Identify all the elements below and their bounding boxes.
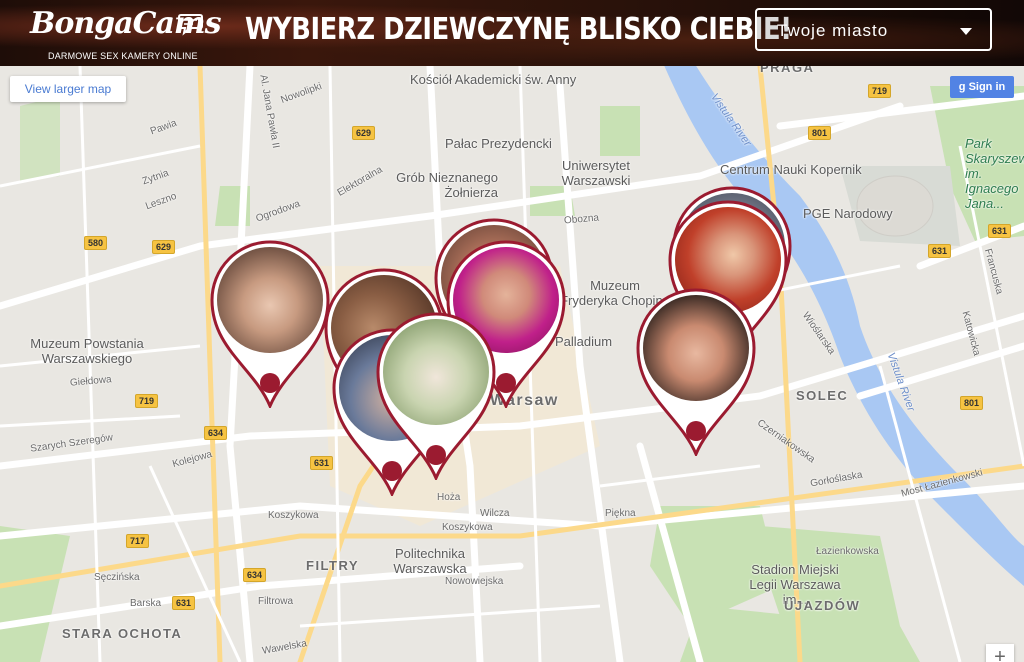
road-shield-801b: 801 <box>960 396 984 410</box>
poi-kosciol-akademicki[interactable]: Kościół Akademicki św. Anny <box>410 72 576 87</box>
google-sign-in-button[interactable]: g Sign in <box>950 76 1014 98</box>
street-nowowiejska: Nowowiejska <box>445 576 504 587</box>
road-shield-631b: 631 <box>172 596 196 610</box>
road-shield-631d: 631 <box>928 244 952 258</box>
street-koszykowa: Koszykowa <box>268 510 319 521</box>
poi-park-skaryszewski[interactable]: Park Skaryszewski im. Ignacego Jana... <box>965 136 1024 211</box>
logo-tagline: DARMOWE SEX KAMERY ONLINE <box>48 51 198 61</box>
poi-palac-prezydencki[interactable]: Pałac Prezydencki <box>445 136 552 151</box>
chevron-down-icon <box>960 28 972 35</box>
road-shield-634: 634 <box>204 426 228 440</box>
road-shield-629: 629 <box>352 126 376 140</box>
road-shield-631c: 631 <box>988 224 1012 238</box>
view-larger-map-link[interactable]: View larger map <box>10 76 126 102</box>
poi-grob-nieznanego[interactable]: Grób Nieznanego Żołnierza <box>388 170 498 200</box>
zoom-in-button[interactable]: + <box>986 644 1014 662</box>
road-shield-719: 719 <box>135 394 159 408</box>
profile-photo <box>643 295 749 401</box>
street-seczinska: Sęczińska <box>94 572 140 583</box>
profile-photo <box>383 319 489 425</box>
poi-politechnika[interactable]: Politechnika Warszawska <box>380 546 480 576</box>
poi-uniwersytet[interactable]: Uniwersytet Warszawski <box>556 158 636 188</box>
google-g-icon: g <box>958 81 966 93</box>
poi-muzeum-powstania[interactable]: Muzeum Powstania Warszawskiego <box>22 336 152 366</box>
district-solec: SOLEC <box>796 388 849 403</box>
pin-dot <box>686 421 706 441</box>
pin-dot <box>260 373 280 393</box>
site-header: BongaCams DARMOWE SEX KAMERY ONLINE WYBI… <box>0 0 1024 66</box>
street-lazienkowska: Łazienkowska <box>816 546 879 557</box>
map-pin-1[interactable] <box>208 238 332 408</box>
street-koszykowa-2: Koszykowa <box>442 522 493 533</box>
district-filtry: FILTRY <box>306 558 360 573</box>
poi-centrum-kopernik[interactable]: Centrum Nauki Kopernik <box>720 162 862 177</box>
street-barska: Barska <box>130 598 162 609</box>
pin-dot <box>426 445 446 465</box>
street-wilcza: Wilcza <box>480 508 510 519</box>
road-shield-580: 580 <box>84 236 108 250</box>
district-stara-ochota: STARA OCHOTA <box>62 626 183 641</box>
poi-pge-narodowy[interactable]: PGE Narodowy <box>803 206 893 221</box>
district-ujazdow: UJAZDÓW <box>784 598 861 613</box>
street-filtrowa: Filtrowa <box>258 596 294 607</box>
district-praga: PRAGA <box>760 66 815 75</box>
road-shield-719b: 719 <box>868 84 892 98</box>
city-select-value: Twoje miasto <box>777 21 889 40</box>
street-piekna: Piękna <box>605 508 636 519</box>
pin-dot <box>496 373 516 393</box>
page-headline: WYBIERZ DZIEWCZYNĘ BLISKO CIEBIE! <box>245 12 792 47</box>
road-shield-717: 717 <box>126 534 150 548</box>
map-pin-9[interactable] <box>634 286 758 456</box>
city-select-dropdown[interactable]: Twoje miasto <box>755 8 992 51</box>
sign-in-label: Sign in <box>968 81 1006 93</box>
road-shield-634b: 634 <box>243 568 267 582</box>
bongacams-logo[interactable]: BongaCams DARMOWE SEX KAMERY ONLINE <box>30 4 222 64</box>
road-shield-629b: 629 <box>152 240 176 254</box>
road-shield-801: 801 <box>808 126 832 140</box>
map-pin-6[interactable] <box>374 310 498 480</box>
map-canvas[interactable]: Kościół Akademicki św. Anny Pałac Prezyd… <box>0 66 1024 662</box>
speech-bubble-icon <box>178 14 203 36</box>
profile-photo <box>217 247 323 353</box>
